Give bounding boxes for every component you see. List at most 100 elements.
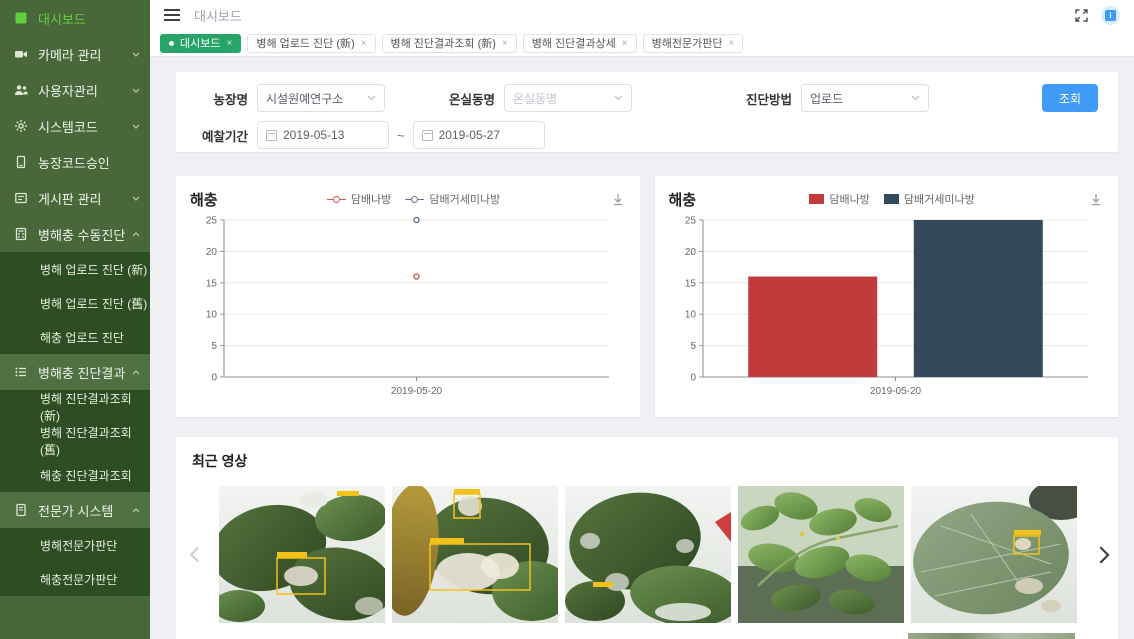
carousel-next-button[interactable]	[1095, 486, 1107, 623]
download-icon[interactable]	[1088, 191, 1104, 207]
chart-legend: 담배나방 담배거세미나방	[218, 191, 610, 207]
tab-close-icon[interactable]: ×	[502, 38, 508, 49]
sidebar-item-expert-system[interactable]: 전문가 시스템	[0, 492, 150, 528]
document-icon	[14, 155, 28, 169]
users-icon	[14, 83, 28, 97]
svg-text:0: 0	[690, 373, 696, 384]
sidebar-subitem-disease-upload-old[interactable]: 병해 업로드 진단 (舊)	[0, 286, 150, 320]
pest-scatter-chart: 05101520252019-05-20	[190, 210, 623, 405]
period-from-field[interactable]	[257, 121, 389, 149]
recent-image-3[interactable]	[565, 486, 731, 623]
info-icon: i	[1105, 10, 1116, 21]
recent-images-title: 최근 영상	[192, 451, 1102, 471]
tab-diagnosis-detail[interactable]: 병해 진단결과상세 ×	[523, 34, 637, 53]
recent-image-4[interactable]	[738, 486, 904, 623]
carousel-prev-button[interactable]	[192, 486, 203, 623]
sidebar-subitem-pest-results[interactable]: 해충 진단결과조회	[0, 458, 150, 492]
list-icon	[14, 365, 28, 379]
tab-close-icon[interactable]: ×	[622, 38, 628, 49]
sidebar-item-users[interactable]: 사용자관리	[0, 72, 150, 108]
sidebar-item-dashboard[interactable]: 대시보드	[0, 0, 150, 36]
tab-bar: 대시보드 × 병해 업로드 진단 (新) × 병해 진단결과조회 (新) × 병…	[150, 30, 1134, 57]
sidebar-item-farm-code-approval[interactable]: 농장코드승인	[0, 144, 150, 180]
sidebar-subitem-pest-expert[interactable]: 해충전문가판단	[0, 562, 150, 596]
chevron-up-icon	[132, 232, 140, 237]
next-row-image-partial	[908, 633, 1075, 639]
tab-disease-results-new[interactable]: 병해 진단결과조회 (新) ×	[382, 34, 517, 53]
svg-text:10: 10	[206, 310, 218, 321]
legend-item: 담배거세미나방	[405, 191, 500, 207]
svg-text:25: 25	[684, 216, 696, 227]
recent-image-5[interactable]	[911, 486, 1077, 623]
menu-toggle-icon[interactable]	[164, 9, 180, 21]
sidebar-subitem-disease-results-old[interactable]: 병해 진단결과조회 (舊)	[0, 424, 150, 458]
svg-text:5: 5	[211, 341, 217, 352]
download-icon[interactable]	[610, 191, 626, 207]
sidebar-subitem-disease-expert[interactable]: 병해전문가판단	[0, 528, 150, 562]
sidebar-subitem-disease-results-new[interactable]: 병해 진단결과조회 (新)	[0, 390, 150, 424]
legend-item: 담배나방	[327, 191, 391, 207]
board-icon	[14, 191, 28, 205]
period-to-input[interactable]	[439, 128, 536, 142]
svg-text:15: 15	[684, 278, 696, 289]
sidebar-item-system-code[interactable]: 시스템코드	[0, 108, 150, 144]
svg-text:20: 20	[684, 247, 696, 258]
chevron-down-icon	[367, 95, 376, 101]
tab-close-icon[interactable]: ×	[226, 38, 232, 49]
chevron-down-icon	[132, 196, 140, 201]
dashboard-icon	[14, 11, 28, 25]
recent-image-2[interactable]	[392, 486, 558, 623]
chevron-up-icon	[132, 370, 140, 375]
tab-close-icon[interactable]: ×	[728, 38, 734, 49]
search-button[interactable]: 조회	[1042, 84, 1098, 112]
legend-item: 담배나방	[809, 191, 869, 207]
svg-text:2019-05-20: 2019-05-20	[869, 386, 921, 397]
chevron-right-icon	[1093, 546, 1110, 563]
sidebar-item-board-management[interactable]: 게시판 관리	[0, 180, 150, 216]
svg-text:5: 5	[690, 341, 696, 352]
recent-image-1[interactable]	[219, 486, 385, 623]
active-dot-icon	[169, 41, 174, 46]
image-carousel	[192, 486, 1102, 623]
pest-bar-chart: 0 5 10 15 20 25 2019-05-20	[669, 210, 1102, 405]
camera-icon	[14, 47, 28, 61]
tab-disease-expert[interactable]: 병해전문가판단 ×	[643, 34, 744, 53]
tab-close-icon[interactable]: ×	[361, 38, 367, 49]
period-from-input[interactable]	[283, 128, 380, 142]
farm-name-label: 농장명	[196, 89, 248, 108]
page-title: 대시보드	[194, 6, 242, 25]
fullscreen-icon[interactable]	[1074, 8, 1089, 23]
period-label: 예찰기간	[196, 126, 248, 145]
period-to-field[interactable]	[413, 121, 545, 149]
svg-text:10: 10	[684, 310, 696, 321]
sidebar-subitem-pest-upload[interactable]: 해충 업로드 진단	[0, 320, 150, 354]
line-marker-icon	[327, 195, 346, 204]
calendar-icon	[266, 130, 277, 141]
chart-title: 해충	[190, 189, 218, 210]
svg-text:20: 20	[206, 247, 218, 258]
legend-item: 담배거세미나방	[884, 191, 975, 207]
svg-text:2019-05-20: 2019-05-20	[391, 386, 443, 397]
rect-marker-icon	[884, 194, 899, 204]
greenhouse-select[interactable]: 온실동명	[504, 84, 632, 112]
sidebar-item-diagnosis-results[interactable]: 병해충 진단결과	[0, 354, 150, 390]
tab-disease-upload-new[interactable]: 병해 업로드 진단 (新) ×	[247, 34, 375, 53]
sidebar-item-manual-diagnosis[interactable]: 병해충 수동진단	[0, 216, 150, 252]
sidebar-item-camera[interactable]: 카메라 관리	[0, 36, 150, 72]
chart-title: 해충	[669, 189, 697, 210]
farm-name-select[interactable]: 시설원예연구소	[257, 84, 385, 112]
chart-legend: 담배나방 담배거세미나방	[696, 191, 1088, 207]
topbar: 대시보드 i	[150, 0, 1134, 30]
file-icon	[14, 503, 28, 517]
tab-dashboard[interactable]: 대시보드 ×	[160, 34, 241, 53]
calculator-icon	[14, 227, 28, 241]
method-select[interactable]: 업로드	[801, 84, 929, 112]
chevron-up-icon	[132, 508, 140, 513]
info-badge[interactable]: i	[1101, 6, 1120, 25]
pest-scatter-chart-card: 해충 담배나방 담배거세미나방 05101520252019-05-20	[176, 176, 640, 417]
chevron-down-icon	[132, 88, 140, 93]
sidebar-subitem-disease-upload-new[interactable]: 병해 업로드 진단 (新)	[0, 252, 150, 286]
submenu-manual-diagnosis: 병해 업로드 진단 (新) 병해 업로드 진단 (舊) 해충 업로드 진단	[0, 252, 150, 354]
submenu-expert-system: 병해전문가판단 해충전문가판단	[0, 528, 150, 596]
chevron-left-icon	[190, 547, 206, 563]
